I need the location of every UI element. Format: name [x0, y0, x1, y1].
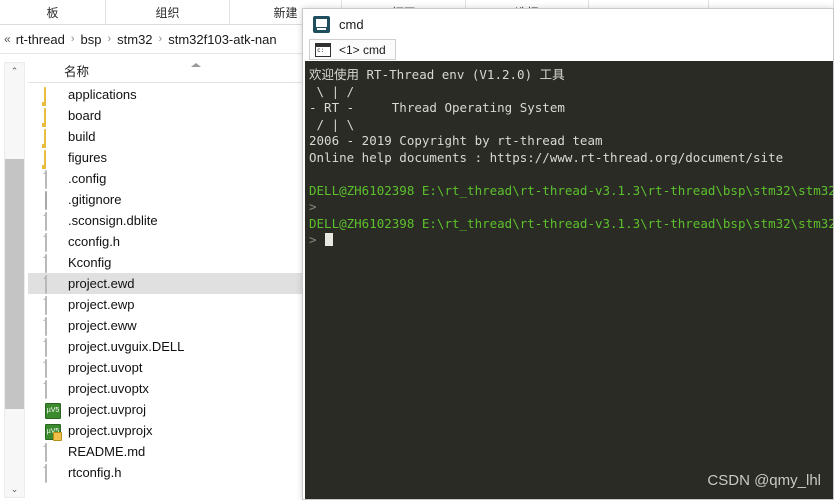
generic-file-icon: [44, 295, 60, 315]
lock-overlay-icon: [53, 431, 62, 441]
scroll-up-arrow-icon[interactable]: ⌃: [5, 63, 24, 79]
console-line: / | \: [309, 116, 355, 132]
generic-file-icon: [44, 316, 60, 336]
file-name-label: .gitignore: [68, 192, 122, 207]
file-name-label: project.uvopt: [68, 360, 143, 375]
cmd-title-bar[interactable]: cmd: [303, 9, 833, 39]
tab-cmd-1-label: <1> cmd: [339, 42, 386, 57]
console-line: >: [309, 232, 833, 249]
generic-file-icon: [44, 232, 60, 252]
console-line: 2006 - 2019 Copyright by rt-thread team: [309, 133, 603, 148]
console-tab-icon: [315, 42, 331, 57]
file-name-label: project.ewd: [68, 276, 135, 291]
file-name-label: rtconfig.h: [68, 465, 122, 480]
ribbon-group-组织: 组织: [106, 0, 230, 24]
folder-icon: [44, 107, 60, 127]
file-name-label: project.ewp: [68, 297, 135, 312]
file-name-label: Kconfig: [68, 255, 112, 270]
generic-file-icon: [44, 211, 60, 231]
file-name-label: project.eww: [68, 318, 137, 333]
console-app-icon: [313, 15, 330, 33]
generic-file-icon: [44, 463, 60, 483]
file-name-label: project.uvguix.DELL: [68, 339, 185, 354]
text-file-icon: [44, 190, 60, 210]
file-name-label: board: [68, 108, 102, 123]
generic-file-icon: [44, 442, 60, 462]
scroll-down-arrow-icon[interactable]: ⌄: [5, 481, 24, 497]
generic-file-icon: [44, 379, 60, 399]
file-name-label: README.md: [68, 444, 146, 459]
console-line: DELL@ZH6102398 E:\rt_thread\rt-thread-v3…: [309, 182, 834, 198]
console-line: - RT - Thread Operating System: [309, 100, 565, 115]
generic-file-icon: [44, 169, 60, 189]
breadcrumb-item-bsp[interactable]: bsp: [76, 32, 107, 47]
breadcrumb-overflow-icon[interactable]: «: [2, 32, 11, 46]
generic-file-icon: [44, 253, 60, 273]
folder-icon: [44, 149, 60, 169]
folder-icon: [44, 128, 60, 148]
file-name-label: figures: [68, 150, 108, 165]
generic-file-icon: [44, 274, 60, 294]
cmd-terminal-window[interactable]: cmd <1> cmd 欢迎使用 RT-Thread env (V1.2.0) …: [302, 8, 834, 500]
column-header-name[interactable]: 名称: [64, 61, 89, 80]
file-name-label: .config: [68, 171, 107, 186]
file-name-label: cconfig.h: [68, 234, 121, 249]
file-name-label: .sconsign.dblite: [68, 213, 158, 228]
scrollbar-thumb[interactable]: [5, 159, 24, 409]
ribbon-group-板: 板: [0, 0, 106, 24]
screen-root: 板组织新建打开选择 «rt-thread›bsp›stm32›stm32f103…: [0, 0, 834, 500]
tab-cmd-1[interactable]: <1> cmd: [309, 39, 396, 60]
console-line: Online help documents : https://www.rt-t…: [309, 149, 784, 165]
generic-file-icon: [44, 358, 60, 378]
folder-icon: [44, 86, 60, 106]
breadcrumb-item-stm32[interactable]: stm32: [112, 32, 157, 47]
console-line: \ | /: [309, 83, 355, 99]
file-name-label: project.uvproj: [68, 402, 147, 417]
breadcrumb-item-rt-thread[interactable]: rt-thread: [11, 32, 70, 47]
file-name-label: applications: [68, 87, 137, 102]
file-name-label: build: [68, 129, 96, 144]
console-line: >: [309, 199, 317, 214]
breadcrumb-item-stm32f103-atk-nan[interactable]: stm32f103-atk-nan: [163, 32, 281, 47]
console-line: 欢迎使用 RT-Thread env (V1.2.0) 工具: [309, 67, 565, 82]
sort-ascending-icon: [191, 63, 201, 67]
watermark-text: CSDN @qmy_lhl: [707, 472, 821, 489]
file-list-item[interactable]: project.ewd: [28, 273, 324, 294]
cmd-tab-bar[interactable]: <1> cmd: [303, 39, 833, 61]
breadcrumb[interactable]: «rt-thread › bsp › stm32 › stm32f103-atk-nan: [0, 32, 282, 47]
file-name-label: project.uvoptx: [68, 381, 149, 396]
generic-file-icon: [44, 337, 60, 357]
uvision-project-icon: µV5: [44, 402, 61, 419]
cmd-window-title: cmd: [339, 16, 364, 32]
console-output-area[interactable]: 欢迎使用 RT-Thread env (V1.2.0) 工具 \ | / - RT…: [305, 61, 834, 499]
file-list-scrollbar[interactable]: ⌃ ⌄: [4, 62, 25, 498]
console-line: DELL@ZH6102398 E:\rt_thread\rt-thread-v3…: [309, 215, 834, 231]
uvision-project-locked-icon: µV5: [44, 423, 62, 441]
file-name-label: project.uvprojx: [68, 423, 153, 438]
text-cursor: [324, 233, 333, 246]
